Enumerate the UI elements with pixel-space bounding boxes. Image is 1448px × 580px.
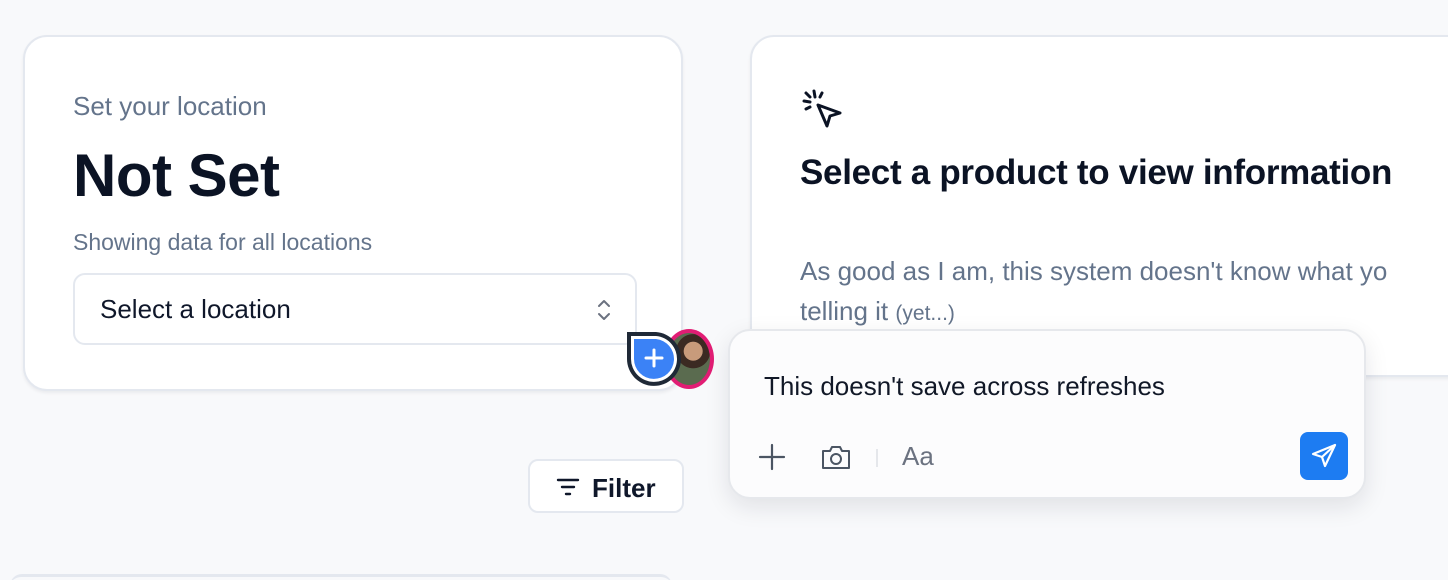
- location-select-value: Select a location: [100, 294, 291, 324]
- plus-icon[interactable]: [758, 443, 786, 471]
- page: Set your location Not Set Showing data f…: [0, 0, 1448, 580]
- location-card: Set your location Not Set Showing data f…: [23, 35, 683, 391]
- product-card-title: Select a product to view information: [800, 153, 1393, 192]
- comment-composer[interactable]: This doesn't save across refreshes Aa: [728, 329, 1366, 499]
- location-subtitle: Showing data for all locations: [73, 229, 373, 255]
- comment-pin[interactable]: [623, 328, 685, 390]
- product-card-description: As good as I am, this system doesn't kno…: [800, 251, 1387, 334]
- comment-input[interactable]: This doesn't save across refreshes: [764, 371, 1165, 402]
- toolbar-divider: [876, 449, 878, 467]
- send-icon: [1311, 443, 1337, 468]
- product-description-line1: As good as I am, this system doesn't kno…: [800, 256, 1388, 286]
- filter-lines-icon: [556, 478, 580, 496]
- product-description-line2: telling it: [800, 296, 889, 326]
- product-description-aside: (yet...): [895, 302, 955, 325]
- chevron-up-down-icon: [598, 300, 610, 320]
- product-info-card: Select a product to view information As …: [750, 35, 1448, 377]
- cursor-click-icon: [802, 89, 842, 128]
- camera-icon[interactable]: [820, 443, 852, 471]
- send-button[interactable]: [1300, 432, 1348, 480]
- location-eyebrow: Set your location: [73, 91, 267, 121]
- text-format-button[interactable]: Aa: [902, 441, 934, 472]
- filter-button[interactable]: Filter: [528, 459, 684, 513]
- filter-label: Filter: [592, 473, 656, 503]
- location-select[interactable]: Select a location: [73, 273, 637, 345]
- location-status-title: Not Set: [73, 142, 280, 209]
- next-card-edge: [10, 574, 672, 580]
